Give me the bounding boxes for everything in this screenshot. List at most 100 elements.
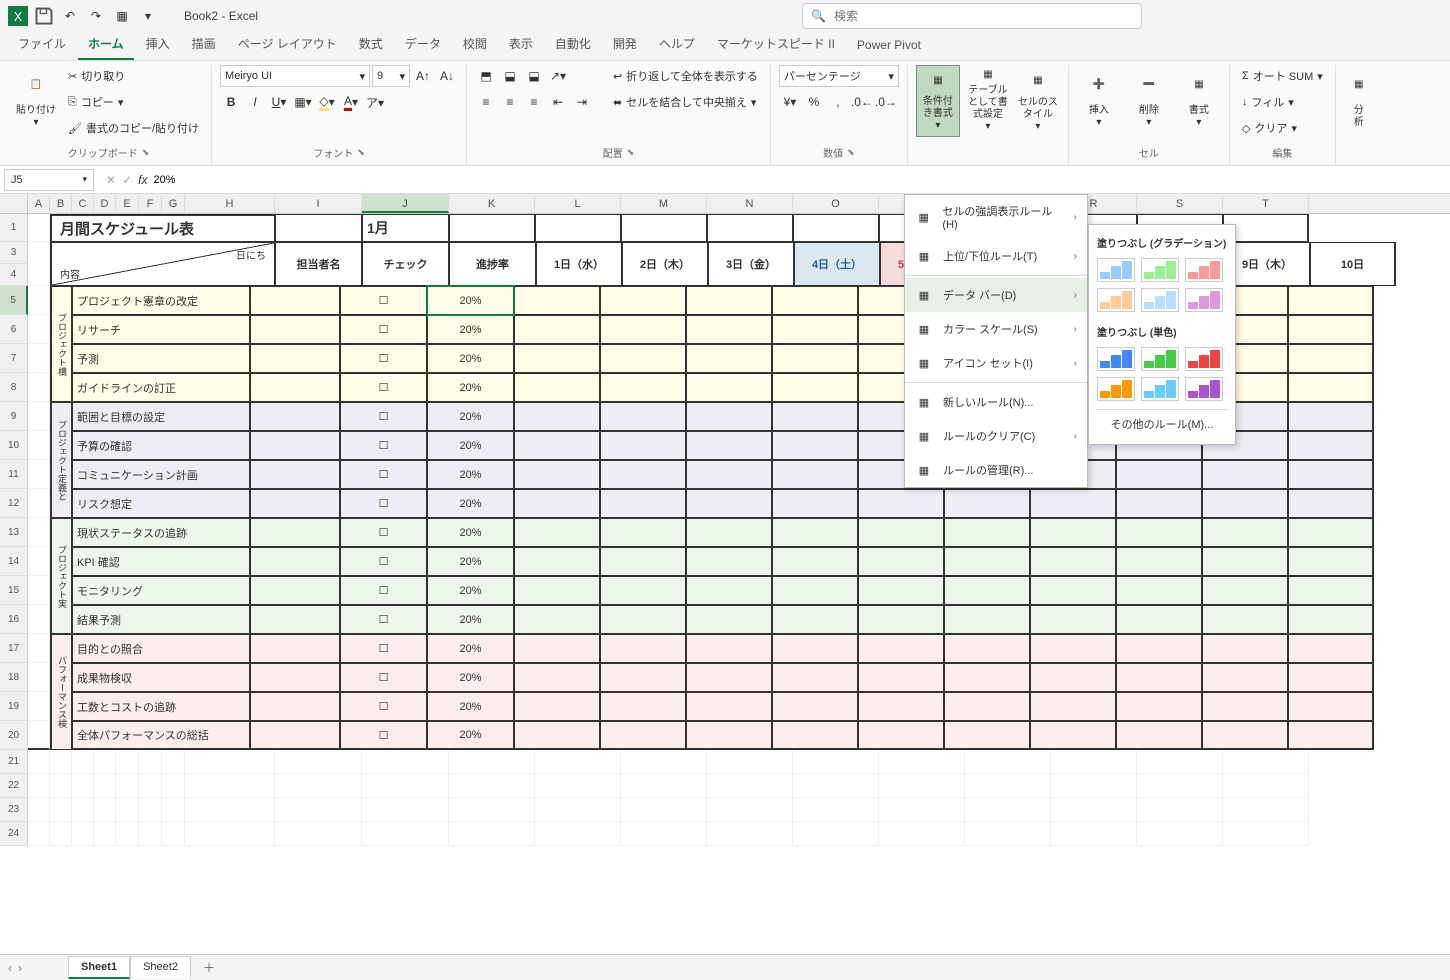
day-cell[interactable]: [686, 634, 772, 663]
day-cell[interactable]: [944, 518, 1030, 547]
progress-cell[interactable]: 20%: [427, 460, 514, 489]
day-cell[interactable]: [600, 721, 686, 750]
cell[interactable]: [28, 402, 50, 431]
day-cell[interactable]: [600, 344, 686, 373]
col-header-E[interactable]: E: [116, 194, 139, 213]
dialog-launcher-icon[interactable]: ⬊: [627, 147, 635, 158]
cell[interactable]: [449, 774, 535, 798]
person-cell[interactable]: [250, 576, 340, 605]
row-header-9[interactable]: 9: [0, 402, 28, 431]
fx-icon[interactable]: fx: [138, 173, 147, 187]
day-cell[interactable]: [1202, 576, 1288, 605]
cell[interactable]: [275, 774, 362, 798]
cell[interactable]: [535, 214, 621, 242]
day-cell[interactable]: [1202, 692, 1288, 721]
check-cell[interactable]: ☐: [340, 402, 427, 431]
increase-decimal-icon[interactable]: .0←: [851, 91, 873, 113]
tab-自動化[interactable]: 自動化: [545, 29, 601, 60]
day-cell[interactable]: [686, 692, 772, 721]
row-header-4[interactable]: 4: [0, 264, 28, 286]
analyze-button[interactable]: ▦ 分 析: [1344, 65, 1374, 137]
day-cell[interactable]: [600, 605, 686, 634]
day-cell[interactable]: [600, 315, 686, 344]
check-cell[interactable]: ☐: [340, 431, 427, 460]
cell[interactable]: [1051, 798, 1137, 822]
databar-solid-purple[interactable]: [1185, 377, 1223, 401]
day-cell[interactable]: [944, 634, 1030, 663]
col-header-I[interactable]: I: [275, 194, 362, 213]
cell[interactable]: [965, 750, 1051, 774]
number-format-combo[interactable]: パーセンテージ▾: [779, 65, 899, 87]
cell[interactable]: [94, 750, 116, 774]
progress-cell[interactable]: 20%: [427, 605, 514, 634]
day-cell[interactable]: [514, 315, 600, 344]
cell[interactable]: [1051, 774, 1137, 798]
row-header-21[interactable]: 21: [0, 750, 28, 774]
cell[interactable]: [72, 774, 94, 798]
day-cell[interactable]: [1202, 605, 1288, 634]
day-cell[interactable]: [1202, 547, 1288, 576]
cf-new-rule[interactable]: ▦新しいルール(N)...: [905, 385, 1087, 419]
sheet-nav-prev-icon[interactable]: ‹: [8, 961, 12, 975]
font-name-combo[interactable]: Meiryo UI▾: [220, 65, 370, 87]
cell[interactable]: [139, 822, 162, 846]
delete-cells-button[interactable]: ➖削除▾: [1127, 65, 1171, 137]
day-cell[interactable]: [858, 663, 944, 692]
day-cell[interactable]: [1288, 605, 1374, 634]
clear-button[interactable]: ◇クリア ▾: [1238, 117, 1327, 139]
cell[interactable]: [707, 798, 793, 822]
cell[interactable]: [28, 344, 50, 373]
col-header-K[interactable]: K: [449, 194, 535, 213]
increase-indent-icon[interactable]: ⇥: [571, 91, 593, 113]
cell[interactable]: [621, 774, 707, 798]
person-cell[interactable]: [250, 460, 340, 489]
check-cell[interactable]: ☐: [340, 518, 427, 547]
cell[interactable]: [139, 798, 162, 822]
person-cell[interactable]: [250, 605, 340, 634]
check-cell[interactable]: ☐: [340, 634, 427, 663]
day-cell[interactable]: [1116, 721, 1202, 750]
day-cell[interactable]: [1288, 315, 1374, 344]
day-cell[interactable]: [1288, 518, 1374, 547]
spreadsheet-grid[interactable]: ABCDEFGHIJKLMNOPQRST 1月間スケジュール表1月34日にち内容…: [0, 194, 1450, 954]
day-cell[interactable]: [772, 315, 858, 344]
day-cell[interactable]: [1030, 547, 1116, 576]
day-cell[interactable]: [1116, 489, 1202, 518]
name-box[interactable]: J5▾: [4, 169, 94, 191]
person-cell[interactable]: [250, 489, 340, 518]
day-cell[interactable]: [1030, 663, 1116, 692]
col-header-B[interactable]: B: [50, 194, 72, 213]
align-middle-icon[interactable]: ⬓: [499, 65, 521, 87]
day-cell[interactable]: [686, 431, 772, 460]
day-cell[interactable]: [772, 431, 858, 460]
align-left-icon[interactable]: ≡: [475, 91, 497, 113]
day-cell[interactable]: [944, 576, 1030, 605]
cell[interactable]: [185, 750, 275, 774]
day-cell[interactable]: [514, 286, 600, 315]
copy-button[interactable]: ⎘コピー ▾: [64, 91, 203, 113]
progress-cell[interactable]: 20%: [427, 663, 514, 692]
cell[interactable]: [793, 214, 879, 242]
cell[interactable]: [50, 750, 72, 774]
cf-icon-sets[interactable]: ▦アイコン セット(I)›: [905, 346, 1087, 380]
cell[interactable]: [28, 518, 50, 547]
day-cell[interactable]: [1288, 576, 1374, 605]
cell[interactable]: [28, 460, 50, 489]
cell[interactable]: [94, 774, 116, 798]
day-cell[interactable]: [772, 518, 858, 547]
day-cell[interactable]: [1030, 692, 1116, 721]
day-cell[interactable]: [772, 634, 858, 663]
row-header-6[interactable]: 6: [0, 315, 28, 344]
day-cell[interactable]: [772, 489, 858, 518]
day-cell[interactable]: [686, 605, 772, 634]
progress-cell[interactable]: 20%▾: [427, 286, 514, 315]
check-cell[interactable]: ☐: [340, 344, 427, 373]
day-cell[interactable]: [772, 547, 858, 576]
day-cell[interactable]: [772, 286, 858, 315]
day-cell[interactable]: [600, 373, 686, 402]
day-cell[interactable]: [772, 576, 858, 605]
databar-solid-lightblue[interactable]: [1141, 377, 1179, 401]
databar-gradient-lightblue[interactable]: [1141, 288, 1179, 312]
day-cell[interactable]: [772, 373, 858, 402]
check-cell[interactable]: ☐: [340, 547, 427, 576]
